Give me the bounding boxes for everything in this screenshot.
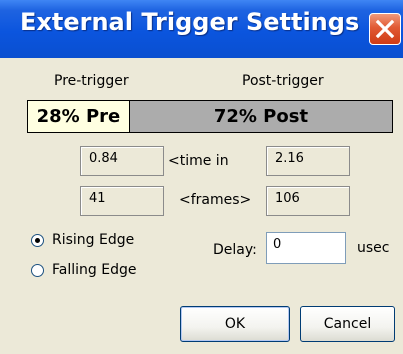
- time-row-label: <time in: [168, 153, 229, 169]
- pre-time-field: 0.84: [80, 146, 164, 176]
- rising-edge-option[interactable]: Rising Edge: [31, 232, 134, 248]
- radio-selected-dot: [35, 237, 40, 243]
- post-frames-field: 106: [266, 186, 350, 216]
- ok-button[interactable]: OK: [180, 306, 290, 342]
- dialog-content: Pre-trigger Post-trigger 28% Pre 72% Pos…: [0, 58, 403, 354]
- rising-edge-label: Rising Edge: [52, 232, 135, 248]
- post-trigger-label: Post-trigger: [242, 73, 324, 89]
- delay-input[interactable]: 0: [266, 232, 346, 264]
- pre-trigger-segment: 28% Pre: [28, 101, 130, 132]
- falling-edge-label: Falling Edge: [52, 262, 137, 278]
- pre-frames-field: 41: [80, 186, 164, 216]
- delay-label: Delay:: [213, 242, 257, 258]
- close-button[interactable]: [369, 13, 401, 45]
- post-time-field: 2.16: [266, 146, 350, 176]
- close-icon: [375, 19, 395, 39]
- title-bar[interactable]: External Trigger Settings: [0, 0, 403, 58]
- pre-trigger-label: Pre-trigger: [54, 73, 129, 89]
- cancel-button[interactable]: Cancel: [300, 306, 395, 342]
- falling-edge-option[interactable]: Falling Edge: [31, 262, 136, 278]
- external-trigger-settings-dialog: External Trigger Settings Pre-trigger Po…: [0, 0, 403, 354]
- window-title: External Trigger Settings: [20, 8, 360, 36]
- falling-edge-radio[interactable]: [31, 263, 44, 277]
- rising-edge-radio[interactable]: [31, 233, 44, 247]
- trigger-split-bar[interactable]: 28% Pre 72% Post: [27, 100, 393, 133]
- delay-unit-label: usec: [357, 240, 390, 256]
- post-trigger-segment: 72% Post: [129, 101, 392, 132]
- frames-row-label: <frames>: [179, 192, 252, 208]
